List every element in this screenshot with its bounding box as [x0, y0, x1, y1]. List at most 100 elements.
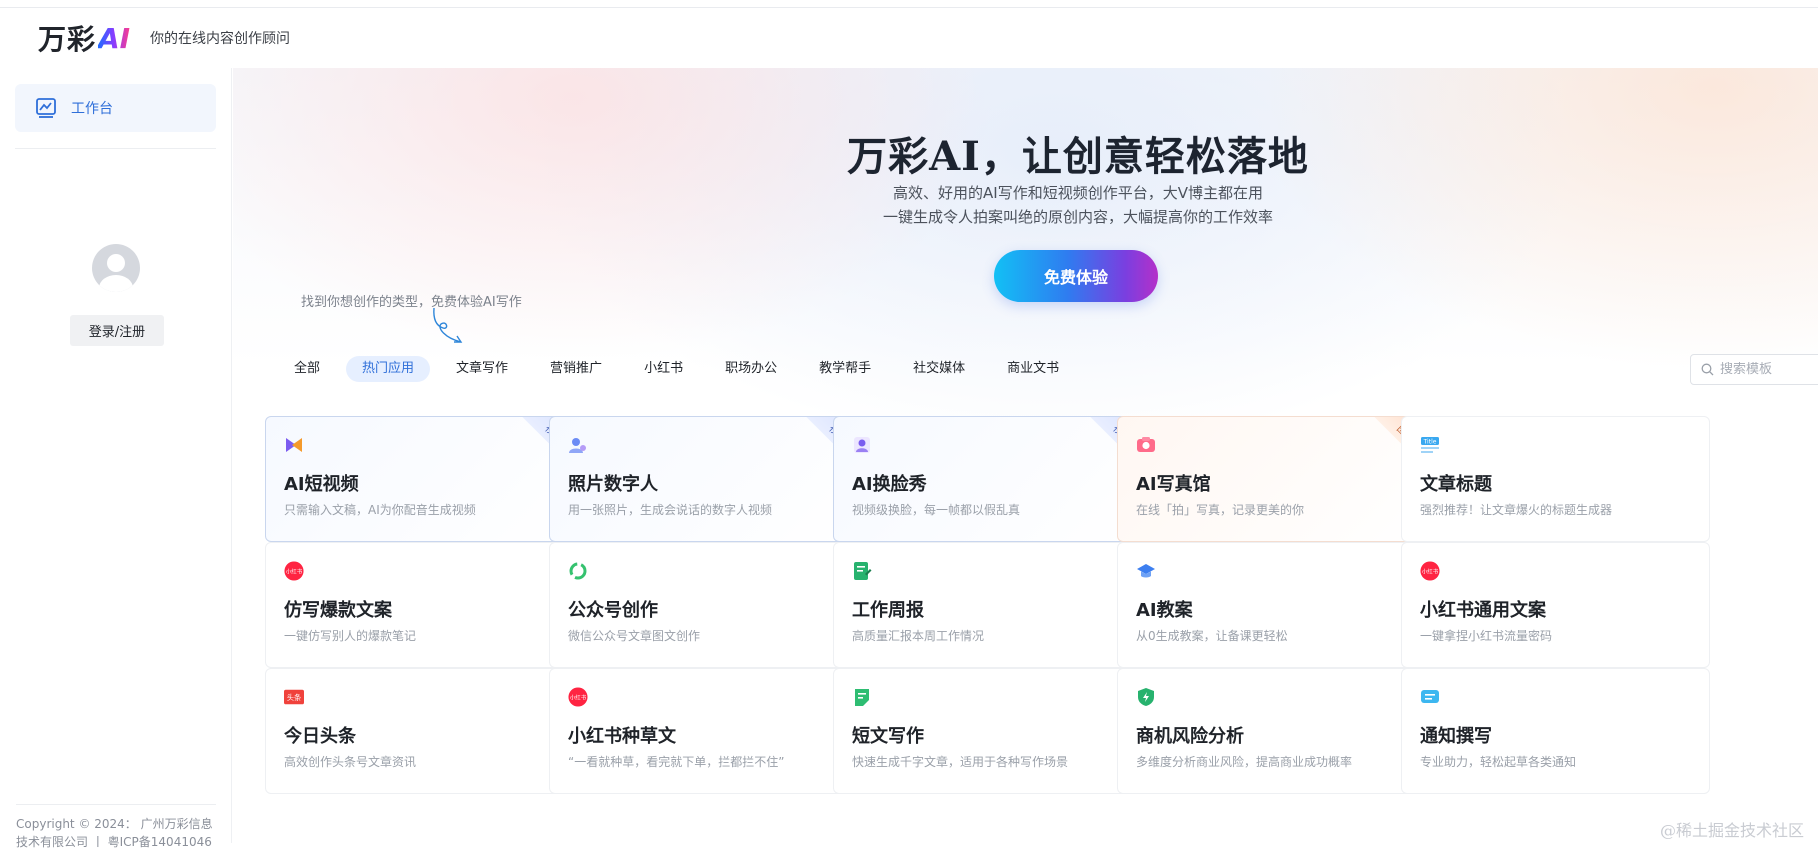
- sidebar-item-workbench[interactable]: 工作台: [15, 84, 216, 132]
- header-tagline: 你的在线内容创作顾问: [150, 31, 290, 47]
- card-description: 一键拿捏小红书流量密码: [1420, 629, 1553, 643]
- card-description: 高质量汇报本周工作情况: [852, 629, 985, 643]
- tab-item[interactable]: 小红书: [628, 356, 699, 382]
- template-card[interactable]: 小红书小红书通用文案一键拿捏小红书流量密码: [1401, 542, 1710, 668]
- tab-item[interactable]: 文章写作: [440, 356, 524, 382]
- avatar[interactable]: [92, 244, 140, 292]
- card-description: 高效创作头条号文章资讯: [284, 755, 417, 769]
- copyright-text: Copyright © 2024： 广州万彩信息: [16, 817, 213, 831]
- template-card[interactable]: 通知撰写专业助力，轻松起草各类通知: [1401, 668, 1710, 794]
- user-avatar-icon: [99, 254, 133, 292]
- tab-item[interactable]: 全部: [278, 356, 336, 382]
- svg-text:小红书: 小红书: [1422, 567, 1439, 575]
- top-header: 万彩 AI 你的在线内容创作顾问: [0, 8, 1818, 68]
- card-description: 在线「拍」写真，记录更美的你: [1136, 503, 1305, 517]
- card-description: 视频级换脸，每一帧都以假乱真: [852, 503, 1021, 517]
- shield-icon: [1136, 687, 1156, 707]
- xiaohongshu-icon: 小红书: [1420, 561, 1440, 581]
- template-card[interactable]: AI短视频只需输入文稿，AI为你配音生成视频视频: [265, 416, 574, 542]
- tab-item[interactable]: 社交媒体: [897, 356, 981, 382]
- template-card[interactable]: AI写真馆在线「拍」写真，记录更美的你图片: [1117, 416, 1426, 542]
- icp-text[interactable]: 技术有限公司 丨 粤ICP备14041046: [16, 833, 216, 851]
- note-icon: [852, 687, 872, 707]
- sidebar: 工作台 登录/注册 Copyright © 2024： 广州万彩信息 技术有限公…: [0, 68, 232, 849]
- top-border: [0, 0, 1818, 8]
- svg-text:小红书: 小红书: [286, 567, 303, 575]
- card-description: 强烈推荐！让文章爆火的标题生成器: [1420, 503, 1613, 517]
- card-title: 通知撰写: [1420, 726, 1492, 747]
- free-trial-button[interactable]: 免费体验: [994, 250, 1158, 302]
- hero-subtitle-2: 一键生成令人拍案叫绝的原创内容，大幅提高你的工作效率: [882, 208, 1273, 226]
- hint-text: 找到你想创作的类型，免费体验AI写作: [301, 295, 522, 310]
- card-title: AI换脸秀: [852, 474, 927, 495]
- sidebar-footer: Copyright © 2024： 广州万彩信息 技术有限公司 丨 粤ICP备1…: [16, 804, 216, 851]
- xiaohongshu-icon: 小红书: [284, 561, 304, 581]
- tab-item[interactable]: 营销推广: [534, 356, 618, 382]
- search-icon: [1701, 363, 1714, 376]
- logo-text: 万彩: [38, 23, 97, 56]
- card-description: 一键仿写别人的爆款笔记: [284, 629, 417, 643]
- card-description: 专业助力，轻松起草各类通知: [1420, 755, 1577, 769]
- graduation-cap-icon: [1136, 561, 1156, 581]
- logo-ai: AI: [98, 21, 131, 55]
- curved-arrow-icon: [433, 307, 463, 343]
- svg-text:小红书: 小红书: [570, 693, 587, 701]
- card-description: 只需输入文稿，AI为你配音生成视频: [284, 503, 476, 517]
- report-icon: [852, 561, 872, 581]
- card-title: 公众号创作: [568, 600, 658, 621]
- hero-subtitle-1: 高效、好用的AI写作和短视频创作平台，大V博主都在用: [893, 184, 1263, 202]
- logo[interactable]: 万彩 AI: [38, 21, 131, 57]
- title-icon: Title: [1420, 435, 1440, 455]
- category-tabs: 全部 热门应用 文章写作 营销推广 小红书 职场办公 教学帮手 社交媒体 商业文书: [278, 356, 1085, 382]
- card-title: 今日头条: [284, 726, 356, 747]
- search-input[interactable]: [1720, 362, 1818, 377]
- toutiao-icon: 头条: [284, 687, 304, 707]
- card-title: AI写真馆: [1136, 474, 1211, 495]
- template-card[interactable]: 商机风险分析多维度分析商业风险，提高商业成功概率: [1117, 668, 1426, 794]
- tab-item[interactable]: 职场办公: [709, 356, 793, 382]
- camera-icon: [1136, 435, 1156, 455]
- template-card[interactable]: 照片数字人用一张照片，生成会说话的数字人视频视频: [549, 416, 858, 542]
- template-card[interactable]: 公众号创作微信公众号文章图文创作: [549, 542, 858, 668]
- svg-text:头条: 头条: [287, 693, 302, 702]
- card-title: 仿写爆款文案: [284, 600, 392, 621]
- card-description: “一看就种草，看完就下单，拦都拦不住”: [568, 755, 785, 769]
- card-description: 用一张照片，生成会说话的数字人视频: [568, 503, 773, 517]
- card-description: 微信公众号文章图文创作: [568, 629, 701, 643]
- tab-item[interactable]: 教学帮手: [803, 356, 887, 382]
- card-description: 多维度分析商业风险，提高商业成功概率: [1136, 755, 1353, 769]
- wechat-official-icon: [568, 561, 588, 581]
- tab-item[interactable]: 热门应用: [346, 356, 431, 382]
- hero-title: 万彩AI，让创意轻松落地: [847, 133, 1309, 180]
- card-title: 照片数字人: [568, 474, 658, 495]
- card-description: 从0生成教案，让备课更轻松: [1136, 629, 1288, 643]
- card-title: 文章标题: [1420, 474, 1492, 495]
- card-title: AI教案: [1136, 600, 1193, 621]
- message-icon: [1420, 687, 1440, 707]
- card-title: 商机风险分析: [1136, 726, 1244, 747]
- card-title: 小红书通用文案: [1420, 600, 1546, 621]
- card-description: 快速生成千字文章，适用于各种写作场景: [852, 755, 1069, 769]
- template-card[interactable]: 工作周报高质量汇报本周工作情况: [833, 542, 1142, 668]
- tab-item[interactable]: 商业文书: [991, 356, 1075, 382]
- card-title: 短文写作: [852, 726, 924, 747]
- template-card[interactable]: AI换脸秀视频级换脸，每一帧都以假乱真视频: [833, 416, 1142, 542]
- video-play-icon: [284, 435, 304, 455]
- template-card[interactable]: 短文写作快速生成千字文章，适用于各种写作场景: [833, 668, 1142, 794]
- template-card[interactable]: Title 文章标题强烈推荐！让文章爆火的标题生成器: [1401, 416, 1710, 542]
- sidebar-item-label: 工作台: [71, 101, 113, 117]
- chart-board-icon: [36, 98, 56, 118]
- template-card[interactable]: 小红书小红书种草文 “一看就种草，看完就下单，拦都拦不住”: [549, 668, 858, 794]
- watermark: @稀土掘金技术社区: [1659, 821, 1804, 840]
- digital-human-icon: [568, 435, 588, 455]
- svg-text:Title: Title: [1423, 439, 1437, 446]
- template-card[interactable]: AI教案从0生成教案，让备课更轻松: [1117, 542, 1426, 668]
- sidebar-divider: [15, 148, 216, 149]
- card-title: 小红书种草文: [568, 726, 676, 747]
- search-box[interactable]: [1690, 354, 1818, 385]
- login-register-button[interactable]: 登录/注册: [70, 315, 164, 346]
- xiaohongshu-icon: 小红书: [568, 687, 588, 707]
- template-card[interactable]: 小红书仿写爆款文案一键仿写别人的爆款笔记: [265, 542, 574, 668]
- template-card[interactable]: 头条今日头条高效创作头条号文章资讯: [265, 668, 574, 794]
- card-title: 工作周报: [852, 600, 924, 621]
